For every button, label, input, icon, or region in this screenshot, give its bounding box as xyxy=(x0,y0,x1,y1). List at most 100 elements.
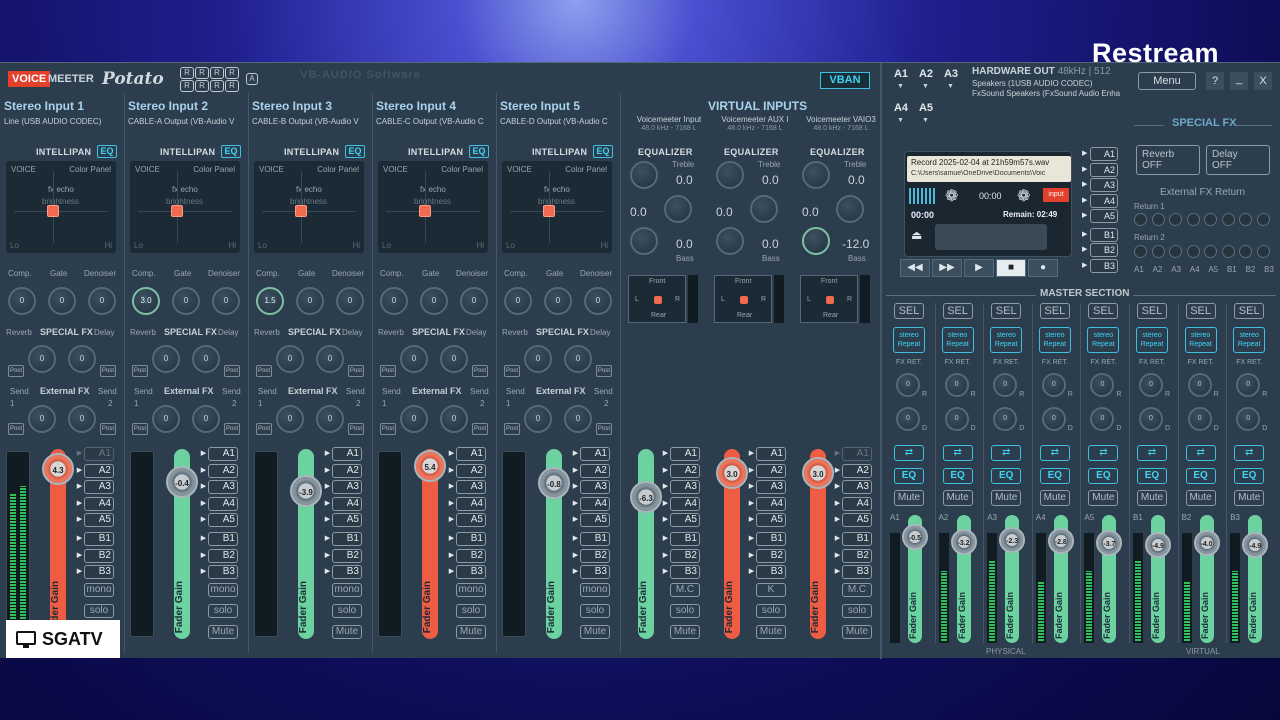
post-reverb-button[interactable]: Post xyxy=(256,365,272,377)
swap-button[interactable]: ⇄ xyxy=(991,445,1022,461)
post-send-1-button[interactable]: Post xyxy=(132,423,148,435)
mute-button[interactable]: Mute xyxy=(580,625,610,639)
eq-button[interactable]: EQ xyxy=(469,145,489,158)
bus-button-a2[interactable]: A2 xyxy=(749,463,786,478)
mono-button[interactable]: mono xyxy=(580,583,610,597)
bass-knob[interactable] xyxy=(802,227,830,255)
mute-button[interactable]: Mute xyxy=(208,625,238,639)
return-knob[interactable] xyxy=(1134,213,1147,226)
return-knob[interactable] xyxy=(1186,213,1200,226)
stereo-repeat-button[interactable]: stereo Repeat xyxy=(941,327,974,353)
strip-device[interactable]: CABLE-A Output (VB-Audio V xyxy=(128,117,246,126)
bus-button-a5[interactable]: A5 xyxy=(201,513,238,528)
sel-button[interactable]: SEL xyxy=(1137,303,1167,319)
eq-button[interactable]: EQ xyxy=(1185,468,1216,484)
bus-button-b3[interactable]: B3 xyxy=(325,565,362,580)
return-knob[interactable] xyxy=(1204,213,1217,226)
mono-button[interactable]: mono xyxy=(456,583,486,597)
recorder-bus-a1[interactable]: A1 xyxy=(1082,147,1118,161)
fader-knob[interactable]: 5.4 xyxy=(414,450,446,483)
post-send-2-button[interactable]: Post xyxy=(224,423,240,435)
close-button[interactable]: X xyxy=(1254,72,1272,90)
send-1-knob[interactable]: 0 xyxy=(276,405,304,433)
bus-button-a1[interactable]: A1 xyxy=(663,447,700,461)
mute-button[interactable]: Mute xyxy=(1137,490,1167,506)
bus-button-b1[interactable]: B1 xyxy=(749,532,786,546)
return-knob[interactable] xyxy=(1151,245,1165,258)
mute-button[interactable]: Mute xyxy=(894,490,924,506)
fader-knob[interactable]: -2.8 xyxy=(1047,528,1074,555)
send-1-knob[interactable]: 0 xyxy=(524,405,552,433)
bus-button-a5[interactable]: A5 xyxy=(663,513,700,528)
bus-button-a4[interactable]: A4 xyxy=(835,496,872,511)
eq-button[interactable]: EQ xyxy=(1039,468,1070,484)
fx-return-knob-d[interactable]: 0 xyxy=(1139,407,1163,431)
bus-button-a4[interactable]: A4 xyxy=(449,496,486,511)
bus-button-a4[interactable]: A4 xyxy=(201,496,238,511)
post-delay-button[interactable]: Post xyxy=(224,365,240,377)
return-knob[interactable] xyxy=(1151,213,1165,226)
return-knob[interactable] xyxy=(1256,245,1270,258)
eq-button[interactable]: EQ xyxy=(221,145,241,158)
mute-button[interactable]: Mute xyxy=(756,625,786,639)
bus-button-a5[interactable]: A5 xyxy=(325,513,362,528)
gate-knob[interactable]: 0 xyxy=(544,287,572,315)
mute-button[interactable]: Mute xyxy=(670,625,700,639)
return-knob[interactable] xyxy=(1221,213,1235,226)
bus-button-a4[interactable]: A4 xyxy=(663,496,700,511)
vban-button[interactable]: VBAN xyxy=(820,72,870,89)
bus-button-b2[interactable]: B2 xyxy=(449,548,486,563)
mute-button[interactable]: Mute xyxy=(1185,490,1216,506)
pan-dot[interactable] xyxy=(171,205,183,217)
return-knob[interactable] xyxy=(1221,245,1235,258)
mute-button[interactable]: Mute xyxy=(456,625,486,639)
mono-button[interactable]: mono xyxy=(208,583,238,597)
fx-return-knob-r[interactable]: 0 xyxy=(1139,373,1163,397)
bus-button-a1[interactable]: A1 xyxy=(573,447,610,461)
recorder-bus-a5[interactable]: A5 xyxy=(1082,209,1118,223)
bus-button-a4[interactable]: A4 xyxy=(749,496,786,511)
bus-button-a5[interactable]: A5 xyxy=(835,513,872,528)
gate-knob[interactable]: 0 xyxy=(296,287,324,315)
bus-button-a4[interactable]: A4 xyxy=(77,496,114,511)
intellipan-pad[interactable]: VOICE Color Panel fx echo brightness Lo Hi xyxy=(254,161,364,253)
sel-button[interactable]: SEL xyxy=(1039,303,1070,319)
eq-button[interactable]: EQ xyxy=(593,145,613,158)
bus-button-b1[interactable]: B1 xyxy=(77,532,114,546)
mute-button[interactable]: Mute xyxy=(842,625,872,639)
fast-forward-button[interactable]: ▶▶ xyxy=(932,259,962,277)
bus-button-b3[interactable]: B3 xyxy=(573,565,610,580)
eq-button[interactable]: EQ xyxy=(1234,468,1265,484)
fx-return-knob-r[interactable]: 0 xyxy=(896,373,920,397)
pan-dot[interactable] xyxy=(543,205,555,217)
bus-button-b2[interactable]: B2 xyxy=(573,548,610,563)
recorder-bus-b2[interactable]: B2 xyxy=(1082,243,1118,257)
fx-return-knob-d[interactable]: 0 xyxy=(1236,407,1261,431)
treble-knob[interactable] xyxy=(836,195,864,223)
virtual-strip-name[interactable]: Voicemeeter Input xyxy=(628,115,710,124)
swap-button[interactable]: ⇄ xyxy=(1234,445,1265,461)
intellipan-pad[interactable]: VOICE Color Panel fx echo brightness Lo Hi xyxy=(378,161,488,253)
return-knob[interactable] xyxy=(1204,245,1217,258)
send-1-knob[interactable]: 0 xyxy=(152,405,180,433)
mute-button[interactable]: Mute xyxy=(1088,490,1119,506)
bus-button-a4[interactable]: A4 xyxy=(573,496,610,511)
intellipan-pad[interactable]: VOICE Color Panel fx echo brightness Lo Hi xyxy=(502,161,612,253)
gate-knob[interactable]: 0 xyxy=(48,287,76,315)
bus-button-b1[interactable]: B1 xyxy=(201,532,238,546)
eject-icon[interactable]: ⏏ xyxy=(911,228,922,242)
return-knob[interactable] xyxy=(1239,213,1252,226)
bus-button-b1[interactable]: B1 xyxy=(835,532,872,546)
bus-button-a1[interactable]: A1 xyxy=(749,447,786,461)
bus-button-b3[interactable]: B3 xyxy=(749,565,786,580)
recorder-bus-a3[interactable]: A3 xyxy=(1082,178,1118,192)
strip-name[interactable]: Stereo Input 2 xyxy=(128,99,208,113)
eq-button[interactable]: EQ xyxy=(97,145,117,158)
fader-knob[interactable]: 3.0 xyxy=(716,456,748,489)
fader-knob[interactable]: 3.0 xyxy=(802,456,834,489)
solo-button[interactable]: solo xyxy=(842,604,872,618)
mute-button[interactable]: Mute xyxy=(1234,490,1265,506)
bus-button-a2[interactable]: A2 xyxy=(835,463,872,478)
bus-button-b1[interactable]: B1 xyxy=(573,532,610,546)
hardware-out-dev2[interactable]: FxSound Speakers (FxSound Audio Enha xyxy=(972,89,1130,98)
